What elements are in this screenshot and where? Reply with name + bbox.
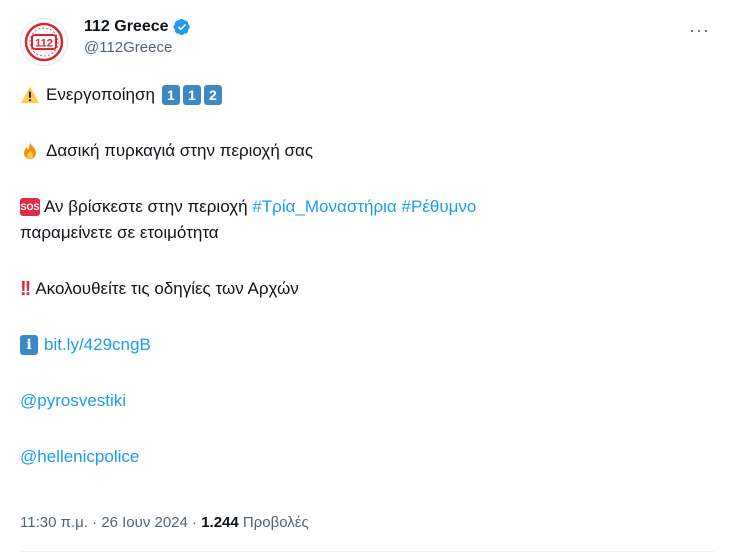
verified-badge-icon <box>173 18 190 36</box>
tweet-line: Δασική πυρκαγιά στην περιοχή σας <box>20 138 714 164</box>
mention-link[interactable]: @pyrosvestiki <box>20 388 126 414</box>
tweet-line: Ενεργοποίηση 1 1 2 <box>20 82 714 108</box>
hashtag-link[interactable]: #Τρία_Μοναστήρια <box>252 194 396 220</box>
number-one-key-icon: 1 <box>182 85 201 105</box>
views-count: 1.244 <box>201 514 239 531</box>
author-handle[interactable]: @112Greece <box>84 39 191 56</box>
sos-icon: SOS <box>20 198 40 216</box>
tweet-line: παραμείνετε σε ετοιμότητα <box>20 220 714 246</box>
standby-text: παραμείνετε σε ετοιμότητα <box>20 223 219 242</box>
warning-icon <box>20 85 40 105</box>
display-name[interactable]: 112 Greece <box>84 18 169 36</box>
short-link[interactable]: bit.ly/429cngB <box>44 332 151 358</box>
timestamp[interactable]: 11:30 π.μ. · 26 Ιουν 2024 · <box>20 514 201 531</box>
tweet-line: @hellenicpolice <box>20 444 714 470</box>
number-two-key-icon: 2 <box>203 85 222 105</box>
tweet-meta: 11:30 π.μ. · 26 Ιουν 2024 · 1.244 Προβολ… <box>20 514 309 531</box>
tweet-text: Ενεργοποίηση 1 1 2 Δασική πυρκαγιά στην … <box>20 82 714 470</box>
author-names: 112 Greece @112Greece <box>84 18 191 56</box>
tweet-line: !! Ακολουθείτε τις οδηγίες των Αρχών <box>20 276 714 302</box>
number-one-key-icon: 1 <box>161 85 180 105</box>
tweet-line: @pyrosvestiki <box>20 388 714 414</box>
hashtag-link[interactable]: #Ρέθυμνο <box>402 194 477 220</box>
double-exclamation-icon: !! <box>20 278 31 300</box>
fire-icon <box>20 141 40 161</box>
tweet-header: 112 112 Greece @112Greece ··· <box>20 14 714 66</box>
instructions-text: Ακολουθείτε τις οδηγίες των Αρχών <box>35 279 299 298</box>
more-options-button[interactable]: ··· <box>689 20 710 41</box>
activation-text: Ενεργοποίηση <box>46 85 155 104</box>
112-logo-icon: 112 <box>24 22 64 62</box>
tweet-line: SOS Αν βρίσκεστε στην περιοχή #Τρία_Μονα… <box>20 194 714 220</box>
avatar-text: 112 <box>35 38 53 50</box>
info-icon: i <box>20 335 38 355</box>
wildfire-text: Δασική πυρκαγιά στην περιοχή σας <box>46 141 314 160</box>
tweet-card: 112 112 Greece @112Greece ··· Ενεργοποίη… <box>0 0 734 558</box>
views-label: Προβολές <box>238 514 309 531</box>
mention-link[interactable]: @hellenicpolice <box>20 444 139 470</box>
tweet-line: i bit.ly/429cngB <box>20 332 714 358</box>
divider <box>20 551 714 552</box>
avatar[interactable]: 112 <box>20 18 68 66</box>
area-text: Αν βρίσκεστε στην περιοχή <box>44 197 253 216</box>
